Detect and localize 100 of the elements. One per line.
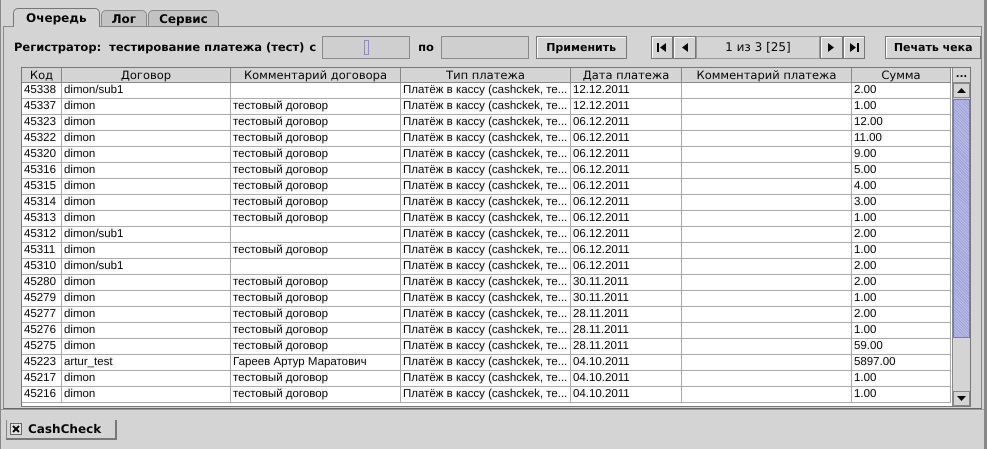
table-cell: Платёж в кассу (cashckek, те...: [401, 291, 571, 307]
table-cell: 45313: [22, 211, 62, 227]
table-cell: Платёж в кассу (cashckek, те...: [401, 83, 571, 99]
table-cell: Платёж в кассу (cashckek, те...: [401, 387, 571, 403]
table-cell: 45311: [22, 243, 62, 259]
scroll-up-button[interactable]: [953, 83, 970, 98]
table-cell: 1.00: [852, 371, 951, 387]
table-cell: Гареев Артур Маратович: [231, 355, 401, 371]
table-cell: dimon: [62, 307, 231, 323]
table-cell: dimon: [62, 99, 231, 115]
tab-label: CashCheck: [28, 422, 102, 436]
column-header[interactable]: Сумма: [852, 68, 951, 83]
table-cell: 30.11.2011: [571, 291, 682, 307]
column-header[interactable]: Код: [22, 68, 62, 83]
table-cell: dimon/sub1: [62, 259, 231, 275]
column-header[interactable]: Тип платежа: [401, 68, 571, 83]
table-cell: тестовый договор: [231, 115, 401, 131]
first-page-button[interactable]: [650, 36, 674, 58]
apply-button[interactable]: Применить: [536, 36, 627, 58]
table-cell: dimon/sub1: [62, 83, 231, 99]
table-cell: 28.11.2011: [571, 339, 682, 355]
table-cell: 45279: [22, 291, 62, 307]
table-cell: 2.00: [852, 275, 951, 291]
table-cell: dimon: [62, 179, 231, 195]
table-cell: 59.00: [852, 339, 951, 355]
table-cell: dimon: [62, 131, 231, 147]
table-cell: 06.12.2011: [571, 195, 682, 211]
table-cell: тестовый договор: [231, 307, 401, 323]
table-cell: 30.11.2011: [571, 275, 682, 291]
table-cell: Платёж в кассу (cashckek, те...: [401, 163, 571, 179]
table-cell: 1.00: [852, 99, 951, 115]
tab[interactable]: Очередь: [13, 8, 100, 27]
table-cell: 9.00: [852, 147, 951, 163]
from-label: с: [309, 40, 316, 54]
tab[interactable]: Сервис: [148, 10, 219, 26]
table-cell: dimon: [62, 195, 231, 211]
table-cell: Платёж в кассу (cashckek, те...: [401, 147, 571, 163]
previous-page-button[interactable]: [673, 36, 696, 58]
table-cell: 2.00: [852, 227, 951, 243]
table-cell: 06.12.2011: [571, 211, 682, 227]
table-cell: 04.10.2011: [571, 371, 682, 387]
table-cell: 06.12.2011: [571, 243, 682, 259]
table-cell: 45280: [22, 275, 62, 291]
table-cell: 06.12.2011: [571, 115, 682, 131]
table-cell: тестовый договор: [231, 339, 401, 355]
table-cell: dimon: [62, 163, 231, 179]
table-cell: dimon: [62, 275, 231, 291]
table-cell: тестовый договор: [231, 323, 401, 339]
table-cell: 1.00: [852, 211, 951, 227]
column-header[interactable]: Комментарий платежа: [682, 68, 852, 83]
print-receipt-button[interactable]: Печать чека: [885, 36, 981, 58]
close-icon: [10, 423, 22, 435]
table-cell: 2.00: [852, 259, 951, 275]
tab[interactable]: Лог: [100, 10, 148, 26]
down-arrow-icon: [957, 396, 966, 401]
table-cell: 45275: [22, 339, 62, 355]
table-cell: 12.12.2011: [571, 99, 682, 115]
table-cell: тестовый договор: [231, 243, 401, 259]
table-cell: 45223: [22, 355, 62, 371]
table-cell: Платёж в кассу (cashckek, те...: [401, 323, 571, 339]
last-page-button[interactable]: [842, 36, 866, 58]
scroll-down-button[interactable]: [953, 391, 970, 406]
table-cell: 1.00: [852, 291, 951, 307]
table-cell: 45316: [22, 163, 62, 179]
table-cell: 45276: [22, 323, 62, 339]
table-cell: 45277: [22, 307, 62, 323]
table-cell: 28.11.2011: [571, 323, 682, 339]
table-cell: dimon: [62, 115, 231, 131]
date-field[interactable]: [440, 36, 529, 58]
table-cell: dimon: [62, 211, 231, 227]
registrar-label: Регистратор:: [14, 40, 102, 54]
table-cell: 4.00: [852, 179, 951, 195]
first-page-icon: [656, 42, 668, 52]
table-cell: 5.00: [852, 163, 951, 179]
table-cell: тестовый договор: [231, 211, 401, 227]
table-cell: тестовый договор: [231, 195, 401, 211]
table-cell: 12.12.2011: [571, 83, 682, 99]
table-cell: тестовый договор: [231, 131, 401, 147]
table-cell: Платёж в кассу (cashckek, те...: [401, 179, 571, 195]
table-cell: 45323: [22, 115, 62, 131]
date-field[interactable]: [322, 36, 410, 58]
up-arrow-icon: [957, 88, 966, 93]
scrollbar-thumb[interactable]: [953, 99, 970, 338]
last-page-icon: [848, 42, 860, 52]
table-cell: 04.10.2011: [571, 387, 682, 403]
table-cell: Платёж в кассу (cashckek, те...: [401, 243, 571, 259]
table-cell: 06.12.2011: [571, 227, 682, 243]
table-cell: 2.00: [852, 307, 951, 323]
column-header[interactable]: Договор: [62, 68, 231, 83]
table-cell: тестовый договор: [231, 275, 401, 291]
table-cell: 45322: [22, 131, 62, 147]
table-cell: dimon: [62, 323, 231, 339]
next-page-button[interactable]: [820, 36, 843, 58]
table-cell: 1.00: [852, 323, 951, 339]
table-cell: тестовый договор: [231, 291, 401, 307]
registrar-value: тестирование платежа (тест): [109, 40, 304, 54]
column-header[interactable]: Дата платежа: [571, 68, 682, 83]
column-header[interactable]: Комментарий договора: [231, 68, 401, 83]
table-cell: тестовый договор: [231, 99, 401, 115]
document-tab[interactable]: CashCheck: [6, 420, 118, 440]
